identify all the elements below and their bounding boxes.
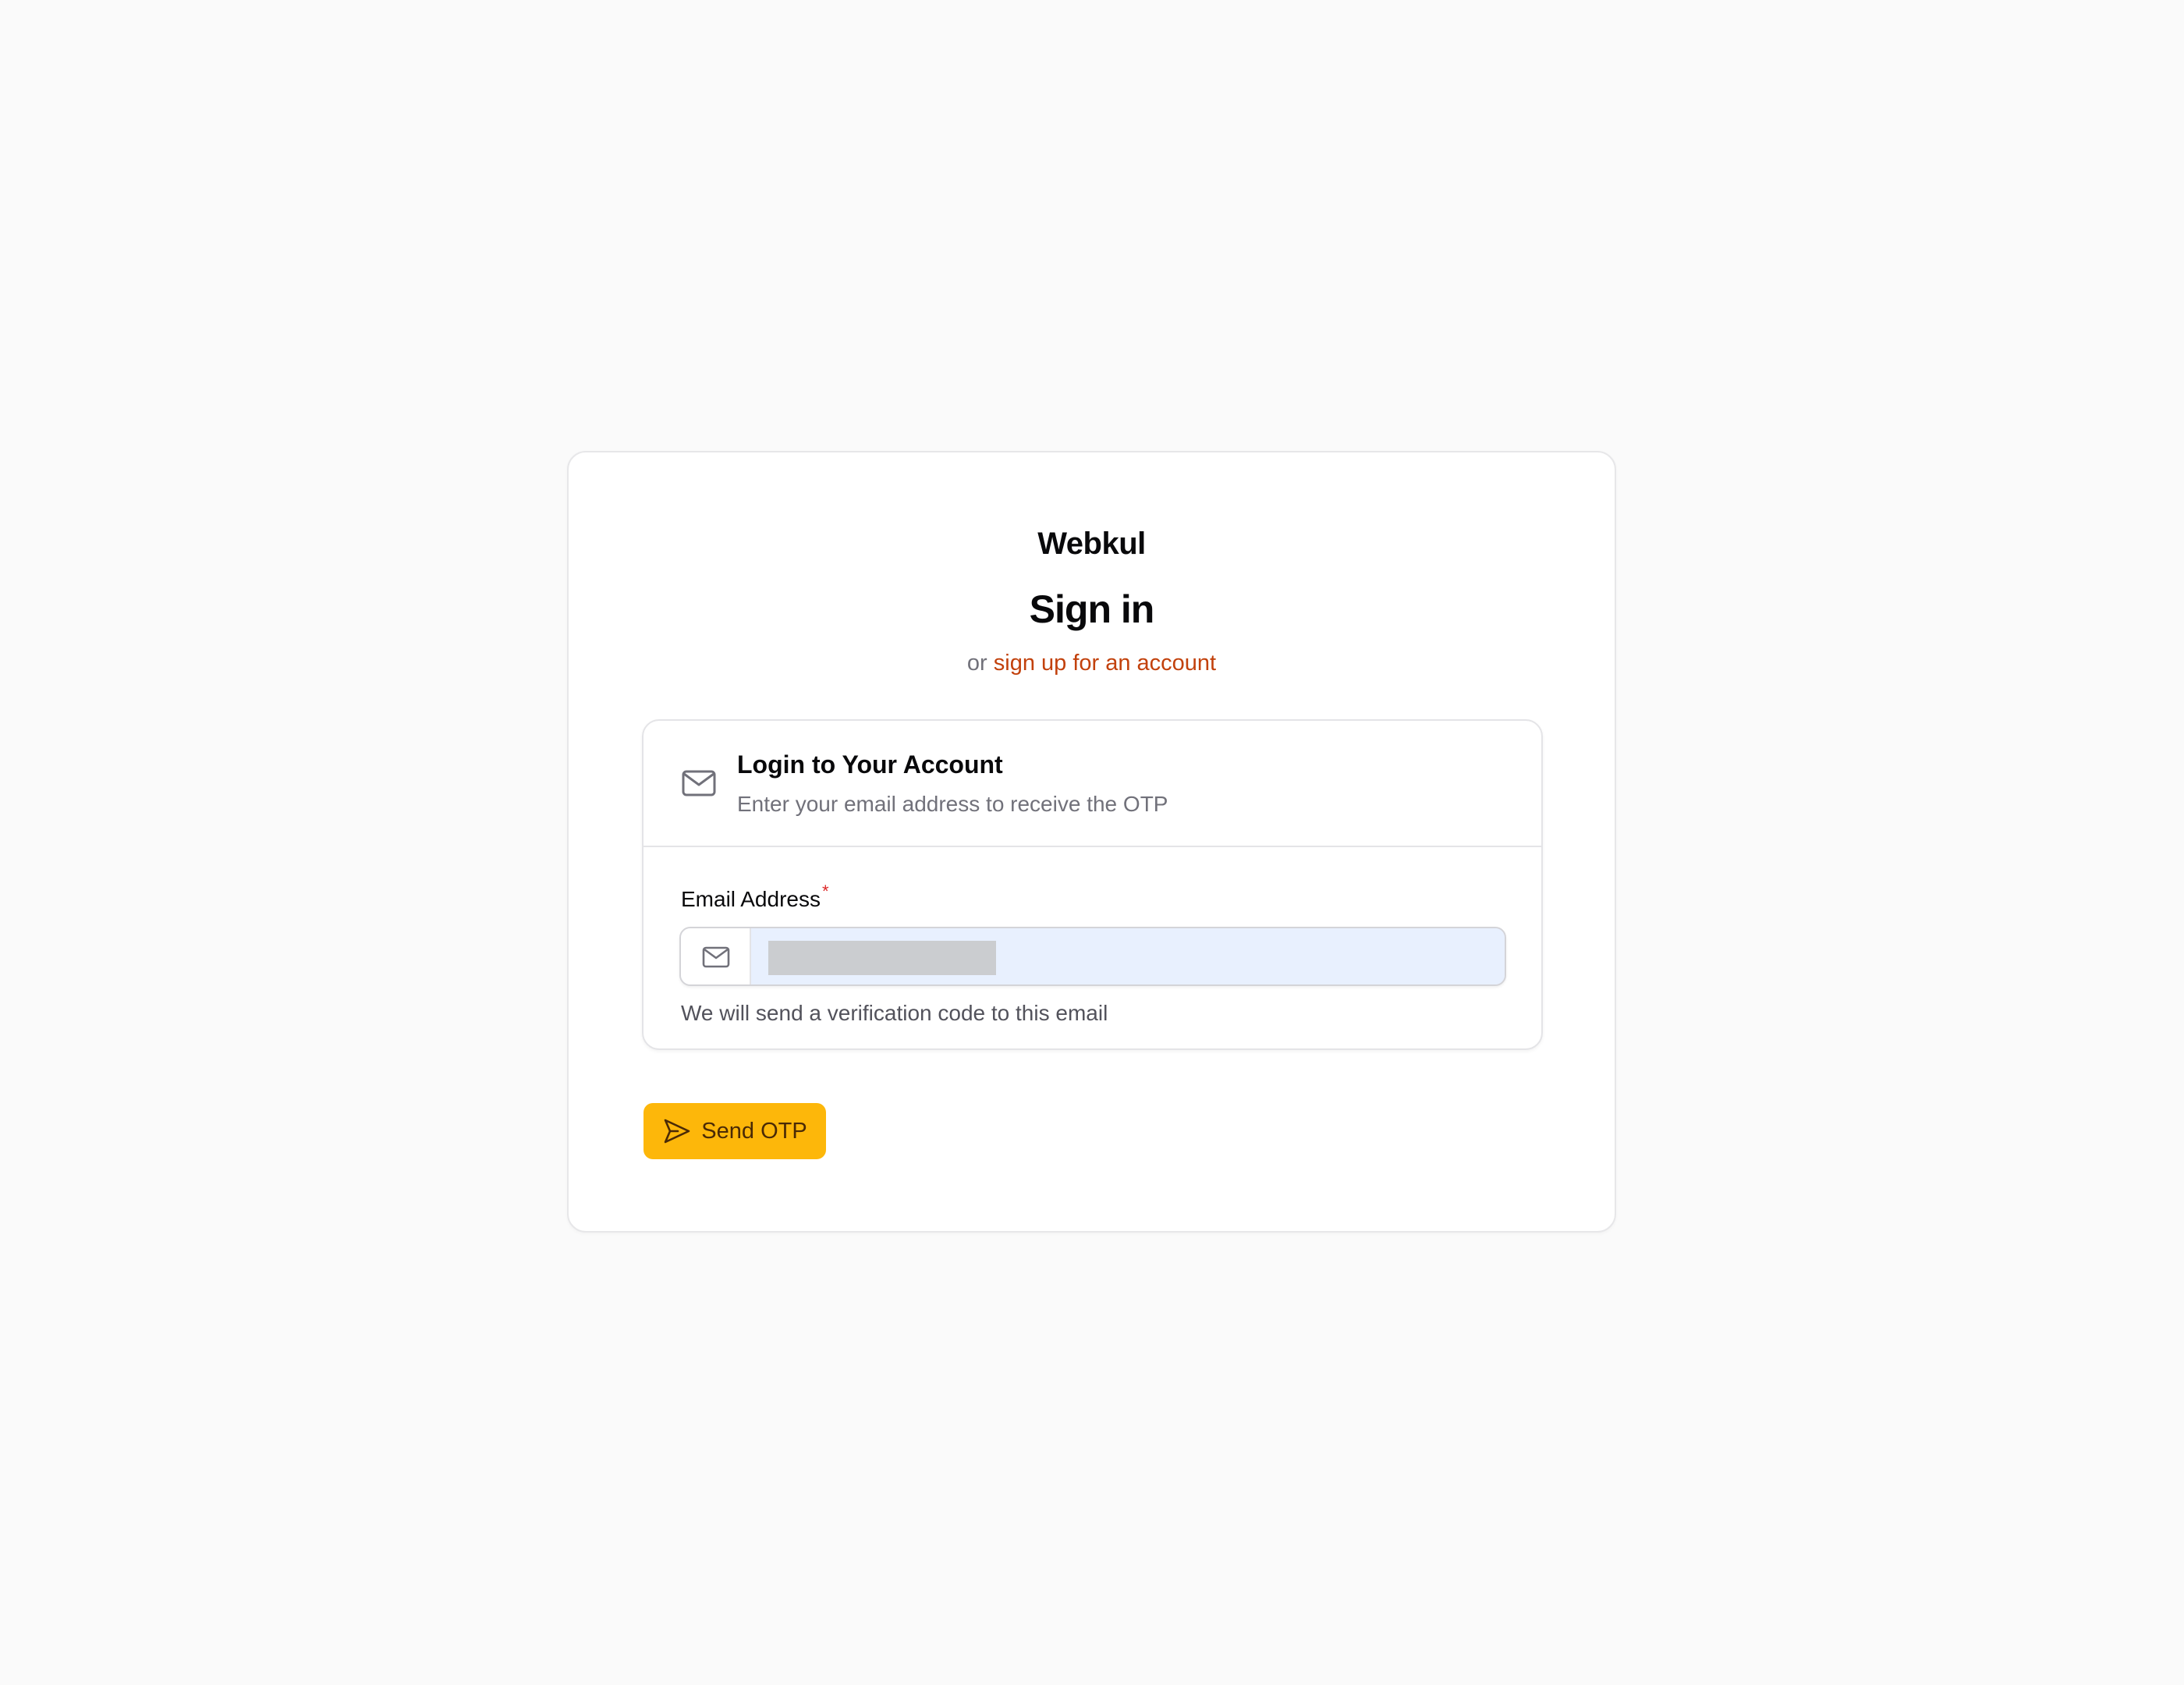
login-panel-header: Login to Your Account Enter your email a… [644,721,1541,847]
signup-prefix: or [966,651,987,676]
required-asterisk: * [821,882,829,901]
page-title: Sign in [1029,587,1155,631]
send-otp-label: Send OTP [701,1118,807,1144]
sign-in-card: Webkul Sign in or sign up for an account… [567,451,1616,1233]
signup-prompt: or sign up for an account [569,647,1615,679]
mail-icon [702,946,730,968]
email-helper-text: We will send a verification code to this… [681,1001,1108,1025]
login-panel-title: Login to Your Account [737,750,1003,779]
email-input-addon [681,928,751,984]
email-label-text: Email Address [681,887,821,911]
send-otp-button[interactable]: Send OTP [644,1103,826,1159]
redacted-email-value [768,941,996,975]
signup-link[interactable]: sign up for an account [994,651,1216,676]
mail-icon [681,768,717,799]
login-panel-description: Enter your email address to receive the … [737,792,1168,816]
brand-name: Webkul [1037,527,1146,561]
email-field-label: Email Address* [681,882,829,916]
send-icon [664,1119,690,1144]
email-input-group [679,927,1506,986]
login-panel: Login to Your Account Enter your email a… [642,719,1543,1050]
